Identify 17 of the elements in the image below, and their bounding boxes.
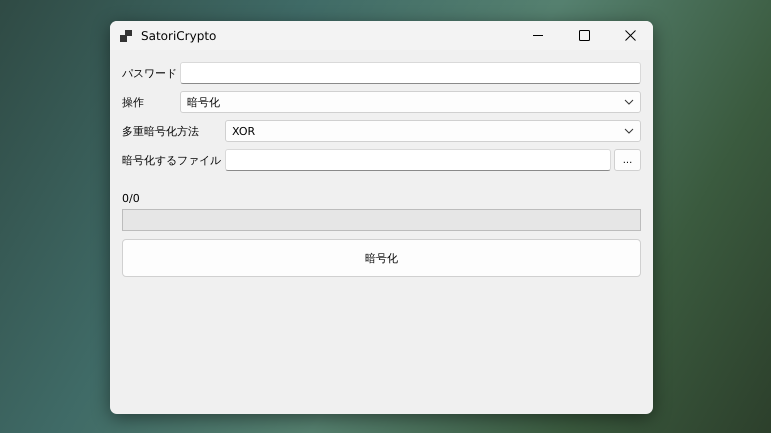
progress-count: 0/0 bbox=[122, 192, 140, 205]
browse-button[interactable]: ... bbox=[614, 149, 641, 171]
method-label: 多重暗号化方法 bbox=[122, 124, 200, 138]
method-dropdown[interactable]: XOR bbox=[225, 120, 641, 142]
operation-label: 操作 bbox=[122, 94, 145, 110]
window-title: SatoriCrypto bbox=[141, 28, 218, 42]
close-icon bbox=[624, 30, 636, 41]
app-icon bbox=[120, 30, 132, 42]
encrypt-button[interactable]: 暗号化 bbox=[122, 239, 641, 277]
password-label: パスワード bbox=[122, 66, 178, 80]
file-path-field[interactable] bbox=[225, 149, 611, 171]
chevron-down-icon bbox=[624, 99, 634, 105]
maximize-icon bbox=[578, 30, 590, 41]
operation-dropdown[interactable]: 暗号化 bbox=[180, 91, 641, 113]
chevron-down-icon bbox=[624, 128, 634, 134]
password-field[interactable] bbox=[180, 62, 641, 84]
file-label: 暗号化するファイル bbox=[122, 152, 222, 168]
